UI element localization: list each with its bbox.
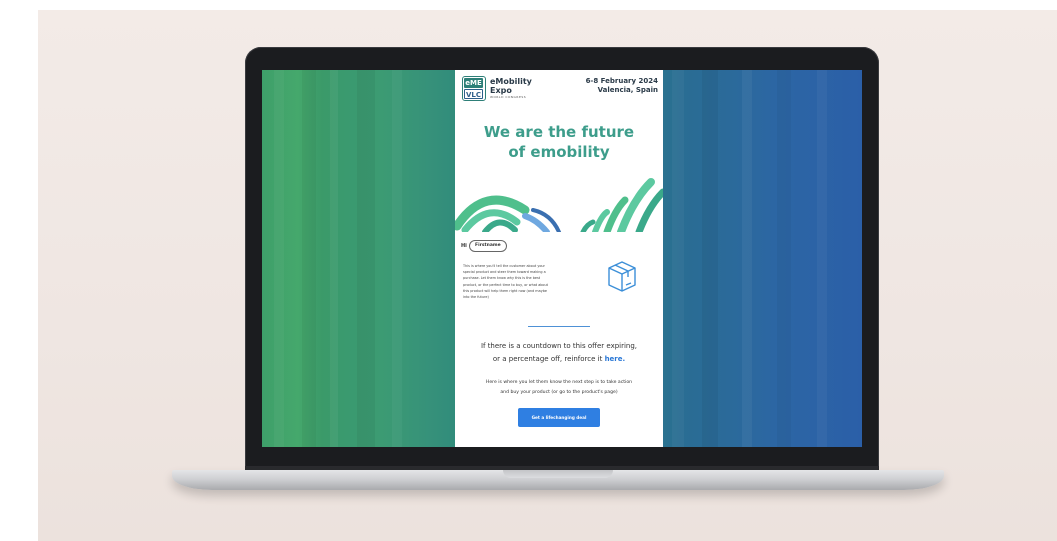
event-dates: 6-8 February 2024 [585, 77, 658, 85]
body-copy: This is where you'll tell the customer a… [463, 263, 567, 300]
brand-name-line3: WORLD CONGRESS [490, 95, 527, 99]
next-step-message: Here is where you let them know the next… [455, 378, 663, 398]
email-header: eME VLC eMobility Expo WORLD CONGRESS 6-… [455, 70, 663, 104]
body-line: into the future) [463, 295, 489, 300]
countdown-highlight: here. [604, 355, 626, 363]
brand-name-line1: eMobility [490, 77, 532, 86]
event-location: Valencia, Spain [597, 86, 658, 94]
logo-vlc-text: VLC [464, 89, 483, 99]
next-step-line1: Here is where you let them know the next… [485, 380, 633, 385]
next-step-line2: and buy your product (or go to the produ… [500, 390, 618, 395]
countdown-line2: or a percentage off, reinforce it here. [455, 353, 663, 366]
package-box-icon [608, 261, 636, 292]
headline-line2: of emobility [508, 143, 610, 161]
headline-line1: We are the future [483, 123, 635, 141]
firstname-merge-tag: Firstname [469, 240, 507, 252]
email-preview: eME VLC eMobility Expo WORLD CONGRESS 6-… [455, 70, 663, 447]
event-logo: eME VLC [462, 76, 486, 101]
laptop-base-notch [503, 470, 613, 478]
section-divider [528, 326, 590, 327]
cta-button[interactable]: Get a lifechanging deal [518, 408, 600, 427]
hero-arcs-illustration [455, 178, 663, 232]
email-headline: We are the future of emobility [455, 122, 663, 162]
brand-name-line2: Expo [490, 86, 512, 95]
countdown-line1: If there is a countdown to this offer ex… [480, 342, 638, 350]
logo-eme-text: eME [464, 78, 483, 88]
countdown-text: or a percentage off, reinforce it [492, 355, 605, 363]
greeting-label: Hi [461, 243, 467, 249]
countdown-message: If there is a countdown to this offer ex… [455, 340, 663, 366]
